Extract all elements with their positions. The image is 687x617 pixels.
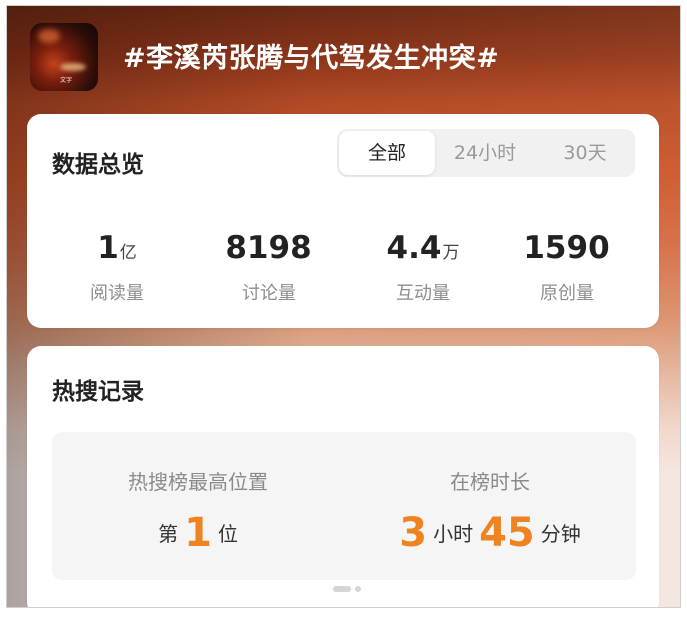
stat-value: 1590 (523, 230, 610, 266)
tab-30d[interactable]: 30天 (537, 129, 633, 177)
hot-record-panel: 热搜榜最高位置 第1位 在榜时长 3 小时 45 分钟 (52, 432, 636, 580)
time-range-segmented-control: 全部 24小时 30天 (337, 129, 635, 177)
topic-thumbnail[interactable]: 文字 (30, 23, 98, 91)
time-on-list-label: 在榜时长 (450, 470, 530, 494)
thumbnail-caption: 文字 (60, 77, 73, 84)
hours-number: 3 (399, 510, 428, 556)
minutes-number: 45 (479, 510, 535, 556)
stat-discussions: 8198 讨论量 (199, 231, 339, 305)
stat-originals: 1590 原创量 (497, 231, 637, 305)
peak-position-value: 第1位 (158, 510, 238, 556)
stat-label: 互动量 (396, 283, 450, 304)
stat-value: 8198 (225, 230, 312, 266)
page-indicator[interactable] (355, 586, 361, 592)
app-frame: 文字 #李溪芮张腾与代驾发生冲突# 数据总览 全部 24小时 30天 1亿 阅读… (6, 5, 681, 608)
data-overview-card: 数据总览 全部 24小时 30天 1亿 阅读量 8198 讨论量 4.4万 互动… (27, 114, 659, 328)
topic-title: #李溪芮张腾与代驾发生冲突# (123, 43, 500, 74)
thumbnail-light (60, 63, 86, 71)
hot-record-title: 热搜记录 (52, 379, 144, 405)
overview-title: 数据总览 (52, 152, 144, 178)
thumbnail-light (38, 29, 60, 43)
peak-rank-number: 1 (184, 510, 212, 556)
stat-unit: 亿 (119, 243, 137, 263)
stat-value: 1亿 (97, 230, 137, 266)
tab-24h[interactable]: 24小时 (437, 129, 533, 177)
stat-interactions: 4.4万 互动量 (353, 231, 493, 305)
stat-label: 讨论量 (242, 283, 296, 304)
page-indicator-active[interactable] (333, 586, 351, 592)
hot-search-record-card: 热搜记录 热搜榜最高位置 第1位 在榜时长 3 小时 45 分钟 (27, 346, 659, 607)
tab-all[interactable]: 全部 (339, 131, 435, 175)
stat-value: 4.4万 (386, 230, 460, 266)
stat-reads: 1亿 阅读量 (47, 231, 187, 305)
stat-label: 原创量 (540, 283, 594, 304)
stat-label: 阅读量 (90, 283, 144, 304)
time-on-list-value: 3 小时 45 分钟 (399, 510, 581, 556)
peak-position-label: 热搜榜最高位置 (128, 470, 268, 494)
stat-unit: 万 (442, 243, 460, 263)
